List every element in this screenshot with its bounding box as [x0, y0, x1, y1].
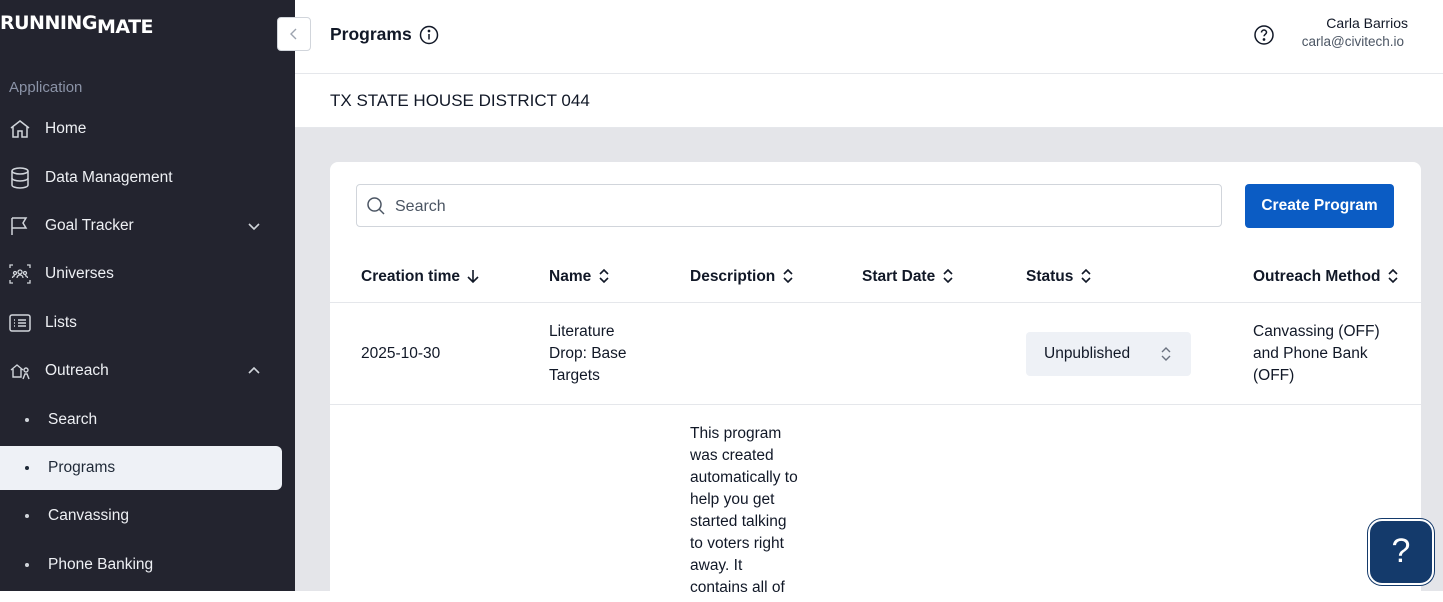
sidebar-item-label: Home — [45, 120, 87, 137]
arrow-down-icon — [467, 270, 479, 284]
sort-icon — [599, 268, 609, 284]
sort-icon — [943, 268, 953, 284]
top-bar: Programs Carla Barrios carla@civitech.io — [295, 0, 1443, 74]
column-header-description[interactable]: Description — [690, 268, 795, 286]
column-header-creation-time[interactable]: Creation time — [361, 268, 480, 286]
column-header-outreach-method[interactable]: Outreach Method — [1253, 268, 1400, 286]
column-header-start-date[interactable]: Start Date — [862, 268, 955, 286]
search-input[interactable] — [393, 185, 1217, 228]
bullet-icon — [25, 563, 29, 567]
sidebar-subitem-label: Search — [48, 411, 98, 428]
bullet-icon — [25, 418, 29, 422]
search-icon — [367, 197, 385, 215]
sidebar: RUNNINGMATE Application Home Data Manage… — [0, 0, 295, 591]
sidebar-subitem-label: Canvassing — [48, 507, 129, 524]
sidebar-subitem-phone-banking[interactable]: Phone Banking — [0, 543, 282, 587]
create-program-button[interactable]: Create Program — [1245, 184, 1394, 228]
status-value: Unpublished — [1044, 345, 1131, 362]
sidebar-item-lists[interactable]: Lists — [0, 301, 282, 345]
cell-description: This program was created automatically t… — [690, 425, 798, 596]
info-icon[interactable] — [419, 25, 439, 45]
section-label: Application — [9, 79, 83, 96]
district-label: TX STATE HOUSE DISTRICT 044 — [330, 91, 590, 110]
row-divider — [330, 404, 1421, 405]
column-header-label: Name — [549, 268, 592, 285]
collapse-sidebar-button[interactable] — [277, 17, 311, 51]
sidebar-item-outreach[interactable]: Outreach — [0, 349, 282, 393]
sidebar-item-universes[interactable]: Universes — [0, 252, 282, 296]
sidebar-item-home[interactable]: Home — [0, 107, 282, 151]
bullet-icon — [25, 514, 29, 518]
select-updown-icon — [1161, 347, 1171, 361]
bullet-icon — [25, 466, 29, 470]
sidebar-item-goal-tracker[interactable]: Goal Tracker — [0, 204, 282, 248]
logo-running: RUNNING — [0, 12, 97, 34]
chevron-left-icon — [290, 28, 297, 40]
programs-card: Create Program Creation time Name Descri… — [330, 162, 1421, 602]
cell-name[interactable]: Literature Drop: Base Targets — [549, 321, 649, 387]
sort-icon — [783, 268, 793, 284]
cell-outreach-method: Canvassing (OFF) and Phone Bank (OFF) — [1253, 323, 1380, 384]
column-header-label: Outreach Method — [1253, 268, 1381, 285]
page-title: Programs — [330, 24, 412, 44]
sidebar-subitem-search[interactable]: Search — [0, 398, 282, 442]
column-header-label: Description — [690, 268, 776, 285]
help-chat-button[interactable]: ? — [1368, 519, 1434, 585]
sidebar-subitem-canvassing[interactable]: Canvassing — [0, 494, 282, 538]
cell-creation-time: 2025-10-30 — [361, 345, 441, 362]
sidebar-item-label: Data Management — [45, 169, 173, 186]
column-header-name[interactable]: Name — [549, 268, 611, 286]
help-icon[interactable] — [1253, 24, 1275, 46]
status-select[interactable]: Unpublished — [1026, 332, 1191, 376]
sidebar-subitem-label: Phone Banking — [48, 556, 154, 573]
people-group-icon — [9, 264, 31, 284]
sort-icon — [1388, 268, 1399, 284]
sidebar-item-label: Lists — [45, 314, 77, 331]
sidebar-item-label: Universes — [45, 265, 114, 282]
header-divider — [330, 302, 1421, 303]
column-header-status[interactable]: Status — [1026, 268, 1093, 286]
outreach-icon — [10, 364, 30, 380]
logo-mate: MATE — [96, 16, 154, 38]
home-icon — [10, 120, 30, 138]
sidebar-item-label: Goal Tracker — [45, 217, 134, 234]
app-logo[interactable]: RUNNINGMATE — [0, 12, 154, 40]
sidebar-item-data-management[interactable]: Data Management — [0, 156, 282, 200]
chevron-up-icon[interactable] — [246, 363, 262, 379]
user-email: carla@civitech.io — [1301, 34, 1404, 49]
sort-icon — [1081, 268, 1091, 284]
database-icon — [11, 167, 29, 189]
column-header-label: Status — [1026, 268, 1074, 285]
flag-icon — [11, 217, 28, 235]
sidebar-item-label: Outreach — [45, 362, 109, 379]
user-name[interactable]: Carla Barrios — [1326, 15, 1408, 31]
sidebar-subitem-label: Programs — [48, 459, 116, 476]
district-bar: TX STATE HOUSE DISTRICT 044 — [295, 74, 1443, 128]
chevron-down-icon[interactable] — [246, 218, 262, 234]
search-box[interactable] — [356, 184, 1222, 228]
column-header-label: Creation time — [361, 268, 461, 285]
sidebar-subitem-programs[interactable]: Programs — [0, 446, 282, 490]
column-header-label: Start Date — [862, 268, 936, 285]
list-icon — [9, 314, 31, 332]
